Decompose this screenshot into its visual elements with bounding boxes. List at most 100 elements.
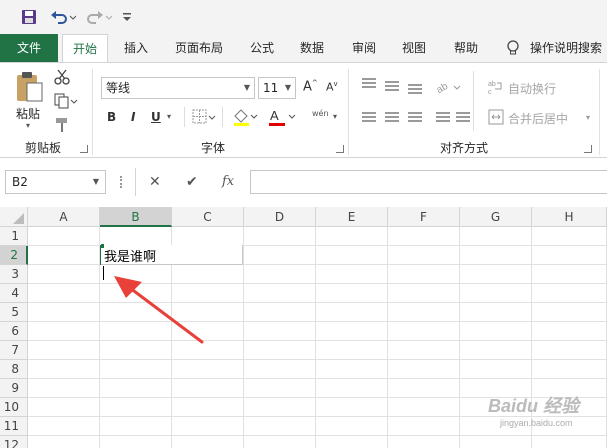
column-header-d[interactable]: D	[244, 207, 316, 227]
increase-font-size-icon[interactable]: A^	[303, 79, 318, 94]
divider	[473, 71, 474, 131]
column-header-c[interactable]: C	[172, 207, 244, 227]
paste-icon[interactable]	[14, 71, 44, 106]
borders-icon[interactable]	[192, 109, 216, 128]
font-name-value: 等线	[106, 81, 131, 95]
align-right-icon[interactable]	[408, 112, 422, 122]
merge-center-button[interactable]: 合并后居中	[508, 110, 568, 127]
clipboard-launcher-icon[interactable]	[80, 145, 88, 153]
gridline-vertical	[315, 227, 316, 448]
tab-review[interactable]: 审阅	[342, 34, 386, 62]
underline-dropdown-icon[interactable]: ▾	[167, 112, 171, 121]
tab-data[interactable]: 数据	[290, 34, 334, 62]
merge-center-icon[interactable]	[488, 109, 504, 128]
row-header-2[interactable]: 2	[0, 246, 28, 265]
name-box-value: B2	[12, 175, 28, 189]
divider	[222, 107, 223, 127]
font-size-value: 11	[263, 81, 279, 95]
decrease-indent-icon[interactable]	[436, 112, 450, 122]
phonetic-dropdown-icon[interactable]: ▾	[333, 112, 337, 121]
increase-indent-icon[interactable]	[456, 112, 470, 122]
gridline-horizontal	[28, 435, 607, 436]
column-header-a[interactable]: A	[28, 207, 100, 227]
customize-toolbar-icon[interactable]	[120, 7, 134, 27]
select-all-button[interactable]	[0, 207, 28, 227]
wrap-text-icon[interactable]: ab c	[488, 79, 504, 98]
font-name-select[interactable]: 等线 ▼	[101, 77, 255, 99]
row-header-4[interactable]: 4	[0, 284, 28, 303]
save-icon[interactable]	[20, 7, 38, 27]
tab-page-layout[interactable]: 页面布局	[168, 34, 230, 62]
column-header-h[interactable]: H	[532, 207, 607, 227]
selection-corner	[101, 244, 104, 248]
row-header-6[interactable]: 6	[0, 322, 28, 341]
cut-icon[interactable]	[54, 69, 70, 88]
tab-view[interactable]: 视图	[392, 34, 436, 62]
font-group-label: 字体	[200, 141, 225, 155]
row-header-8[interactable]: 8	[0, 360, 28, 379]
phonetic-label: wén	[312, 109, 329, 118]
group-divider	[348, 69, 349, 155]
name-box[interactable]: B2 ▼	[5, 170, 106, 194]
gridline-vertical	[387, 227, 388, 448]
merge-dropdown-icon[interactable]: ▾	[586, 113, 590, 122]
formula-input[interactable]	[250, 170, 607, 194]
fill-color-icon[interactable]	[232, 108, 258, 129]
row-header-3[interactable]: 3	[0, 265, 28, 284]
row-header-10[interactable]: 10	[0, 398, 28, 417]
row-header-11[interactable]: 11	[0, 417, 28, 436]
undo-icon[interactable]	[50, 7, 76, 27]
cancel-icon[interactable]: ✕	[149, 174, 161, 190]
cell-b2-value: 我是谁啊	[104, 250, 157, 265]
column-header-g[interactable]: G	[460, 207, 532, 227]
tab-insert[interactable]: 插入	[114, 34, 158, 62]
alignment-launcher-icon[interactable]	[584, 145, 592, 153]
column-header-e[interactable]: E	[316, 207, 388, 227]
excel-window: 文件 开始 插入 页面布局 公式 数据 审阅 视图 帮助 操作说明搜索 粘贴 ▾…	[0, 0, 607, 448]
tab-help[interactable]: 帮助	[444, 34, 488, 62]
row-header-1[interactable]: 1	[0, 227, 28, 246]
tell-me-search[interactable]: 操作说明搜索	[530, 34, 607, 62]
insert-function-button[interactable]: fx	[222, 174, 234, 189]
align-bottom-icon[interactable]	[408, 84, 422, 94]
orientation-icon[interactable]: ab	[435, 79, 462, 98]
align-top-icon[interactable]	[362, 78, 376, 88]
paste-button[interactable]: 粘贴	[16, 105, 40, 122]
lightbulb-icon[interactable]	[506, 40, 520, 59]
decrease-font-size-icon[interactable]: Av	[326, 80, 338, 94]
align-center-icon[interactable]	[385, 112, 399, 122]
row-header-12[interactable]: 12	[0, 436, 28, 448]
font-color-icon[interactable]: A	[268, 108, 298, 129]
resize-handle[interactable]	[120, 176, 122, 188]
chevron-down-icon: ▼	[92, 177, 99, 186]
quick-access-toolbar	[0, 0, 607, 34]
font-size-select[interactable]: 11 ▼	[258, 77, 296, 99]
underline-button[interactable]: U	[151, 110, 161, 124]
row-header-9[interactable]: 9	[0, 379, 28, 398]
column-header-f[interactable]: F	[388, 207, 460, 227]
chevron-down-icon: ▼	[243, 83, 250, 92]
row-header-5[interactable]: 5	[0, 303, 28, 322]
gridline-vertical	[459, 227, 460, 448]
copy-icon[interactable]	[54, 93, 78, 112]
column-header-b[interactable]: B	[100, 207, 172, 227]
tab-home[interactable]: 开始	[62, 34, 108, 63]
divider	[135, 168, 136, 196]
wrap-text-button[interactable]: 自动换行	[508, 80, 556, 97]
enter-icon[interactable]: ✔	[186, 174, 198, 190]
row-header-7[interactable]: 7	[0, 341, 28, 360]
align-middle-icon[interactable]	[385, 81, 399, 91]
redo-icon[interactable]	[84, 7, 112, 27]
format-painter-icon[interactable]	[54, 117, 70, 136]
ribbon-tabs: 文件 开始 插入 页面布局 公式 数据 审阅 视图 帮助 操作说明搜索	[0, 34, 607, 63]
tab-file[interactable]: 文件	[0, 34, 58, 62]
bold-button[interactable]: B	[107, 110, 116, 124]
chevron-down-icon: ▼	[284, 83, 291, 92]
paste-dropdown-icon[interactable]: ▾	[26, 121, 30, 130]
italic-button[interactable]: I	[131, 110, 135, 124]
tab-formulas[interactable]: 公式	[240, 34, 284, 62]
phonetic-guide-icon[interactable]: wén	[312, 109, 329, 118]
gridline-vertical	[243, 227, 244, 448]
align-left-icon[interactable]	[362, 112, 376, 122]
font-launcher-icon[interactable]	[336, 145, 344, 153]
